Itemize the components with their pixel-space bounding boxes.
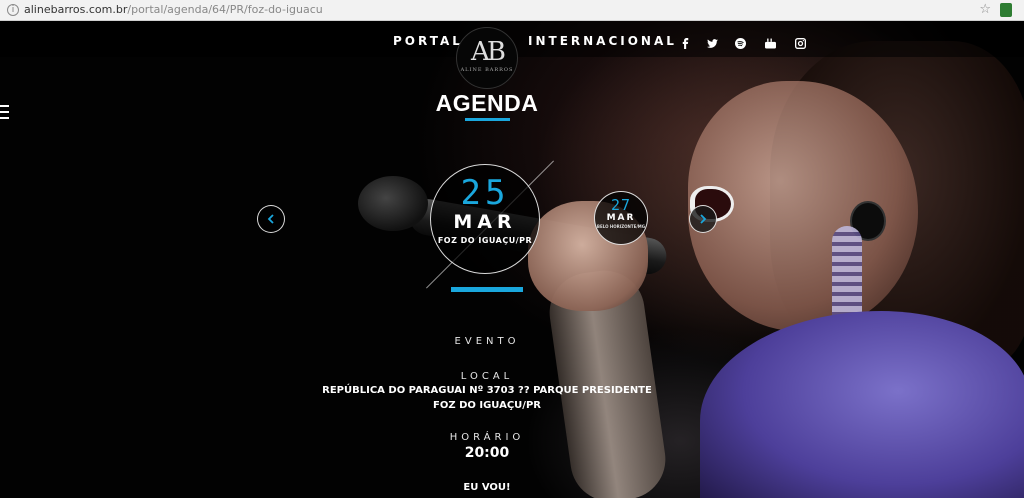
background-photo-microphone-head	[358, 176, 428, 231]
youtube-icon[interactable]	[763, 37, 777, 49]
current-date-badge[interactable]: 25 MAR FOZ DO IGUAÇU/PR	[430, 164, 540, 274]
spotify-icon[interactable]	[733, 37, 747, 49]
chevron-left-icon	[267, 214, 274, 224]
logo-text: ALINE BARROS	[460, 67, 514, 73]
browser-address-bar[interactable]: i alinebarros.com.br/portal/agenda/64/PR…	[0, 0, 1024, 21]
title-underline	[465, 118, 510, 121]
current-date-month: MAR	[453, 211, 517, 233]
twitter-icon[interactable]	[705, 37, 719, 49]
extension-icon[interactable]	[1000, 3, 1012, 17]
event-city: FOZ DO IGUAÇU/PR	[433, 400, 541, 411]
next-date-day: 27	[610, 196, 632, 214]
top-navigation: PORTAL AB ALINE BARROS INTERNACIONAL	[0, 21, 1024, 89]
horario-label: HORÁRIO	[449, 432, 525, 443]
carousel-next-button[interactable]	[689, 205, 717, 233]
event-address: REPÚBLICA DO PARAGUAI Nº 3703 ?? PARQUE …	[322, 385, 652, 396]
next-date-badge[interactable]: 27 MAR BELO HORIZONTE/MG	[594, 191, 648, 245]
current-date-city: FOZ DO IGUAÇU/PR	[437, 236, 533, 245]
url-host: alinebarros.com.br	[24, 3, 128, 16]
hero-stage: PORTAL AB ALINE BARROS INTERNACIONAL AGE…	[0, 21, 1024, 498]
chevron-right-icon	[700, 214, 707, 224]
eu-vou-button[interactable]: EU VOU!	[454, 482, 520, 493]
bookmark-star-icon[interactable]: ☆	[979, 2, 991, 17]
current-date-day: 25	[460, 173, 510, 213]
next-date-city: BELO HORIZONTE/MG	[596, 224, 646, 229]
info-icon[interactable]: i	[7, 4, 19, 16]
nav-internacional-link[interactable]: INTERNACIONAL	[528, 34, 677, 48]
active-date-indicator	[451, 287, 523, 292]
event-label: EVENTO	[454, 336, 520, 347]
facebook-icon[interactable]	[678, 37, 692, 49]
carousel-prev-button[interactable]	[257, 205, 285, 233]
next-date-month: MAR	[606, 213, 636, 223]
event-time: 20:00	[464, 445, 510, 461]
nav-portal-link[interactable]: PORTAL	[393, 34, 463, 48]
aline-barros-logo[interactable]: AB ALINE BARROS	[456, 27, 518, 89]
page-title: AGENDA	[435, 90, 539, 116]
logo-monogram: AB	[471, 37, 506, 67]
url-path: /portal/agenda/64/PR/foz-do-iguacu	[127, 3, 323, 16]
instagram-icon[interactable]	[793, 37, 807, 49]
url-text[interactable]: alinebarros.com.br/portal/agenda/64/PR/f…	[24, 3, 323, 16]
local-label: LOCAL	[460, 371, 514, 382]
